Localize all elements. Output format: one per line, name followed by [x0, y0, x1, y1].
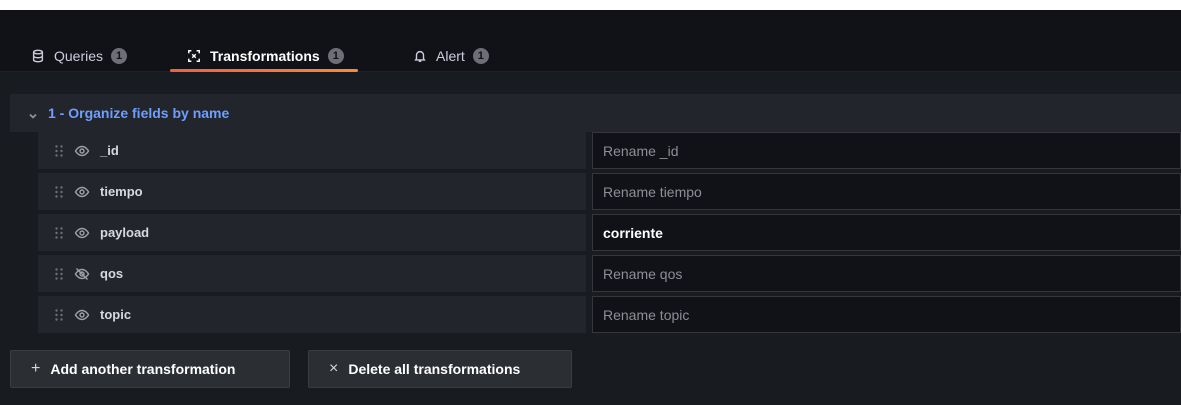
drag-handle-icon[interactable]	[54, 226, 64, 240]
drag-handle-icon[interactable]	[54, 308, 64, 322]
add-transformation-button[interactable]: + Add another transformation	[10, 350, 290, 388]
drag-handle-icon[interactable]	[54, 267, 64, 281]
field-row: payload	[38, 214, 1181, 255]
field-name: qos	[100, 266, 124, 281]
eye-slash-icon[interactable]	[74, 266, 90, 282]
database-icon	[30, 48, 46, 64]
field-name: payload	[100, 225, 150, 240]
field-row: qos	[38, 255, 1181, 296]
field-name: _id	[100, 143, 119, 158]
count-badge: 1	[327, 48, 344, 64]
rename-input[interactable]	[592, 255, 1181, 292]
delete-all-transformations-button[interactable]: × Delete all transformations	[308, 350, 572, 388]
button-label: Delete all transformations	[348, 361, 521, 377]
eye-icon[interactable]	[74, 184, 90, 200]
field-row: _id	[38, 132, 1181, 173]
tab-label: Queries	[54, 48, 104, 64]
transformation-actions: + Add another transformation × Delete al…	[10, 350, 572, 388]
rename-input[interactable]	[592, 132, 1181, 169]
close-icon: ×	[329, 360, 339, 377]
rename-input[interactable]	[592, 214, 1181, 251]
drag-handle-icon[interactable]	[54, 144, 64, 158]
bell-icon	[412, 48, 428, 64]
rename-input[interactable]	[592, 296, 1181, 333]
transform-icon	[186, 48, 202, 64]
eye-icon[interactable]	[74, 225, 90, 241]
plus-icon: +	[31, 360, 41, 377]
button-label: Add another transformation	[50, 361, 236, 377]
transformation-title: 1 - Organize fields by name	[48, 105, 230, 121]
field-name: tiempo	[100, 184, 143, 199]
field-name: topic	[100, 307, 132, 322]
tab-queries[interactable]: Queries 1	[30, 40, 128, 72]
field-name-cell: topic	[38, 296, 586, 333]
tab-transformations[interactable]: Transformations 1	[170, 40, 358, 72]
rename-input[interactable]	[592, 173, 1181, 210]
field-row: tiempo	[38, 173, 1181, 214]
tab-label: Transformations	[210, 48, 320, 64]
chevron-down-icon	[28, 108, 38, 119]
field-list: _id tiempo	[38, 132, 1181, 337]
count-badge: 1	[472, 48, 489, 64]
transformations-editor: Queries 1 Transformations 1 Alert 1 1 - …	[0, 10, 1181, 405]
field-name-cell: payload	[38, 214, 586, 251]
eye-icon[interactable]	[74, 143, 90, 159]
count-badge: 1	[111, 48, 128, 64]
field-name-cell: _id	[38, 132, 586, 169]
tab-alert[interactable]: Alert 1	[412, 40, 489, 72]
tab-label: Alert	[436, 48, 465, 64]
field-name-cell: tiempo	[38, 173, 586, 210]
tab-bar: Queries 1 Transformations 1 Alert 1	[0, 10, 1181, 72]
field-name-cell: qos	[38, 255, 586, 292]
eye-icon[interactable]	[74, 307, 90, 323]
transformation-header[interactable]: 1 - Organize fields by name	[10, 94, 1181, 132]
field-row: topic	[38, 296, 1181, 337]
drag-handle-icon[interactable]	[54, 185, 64, 199]
